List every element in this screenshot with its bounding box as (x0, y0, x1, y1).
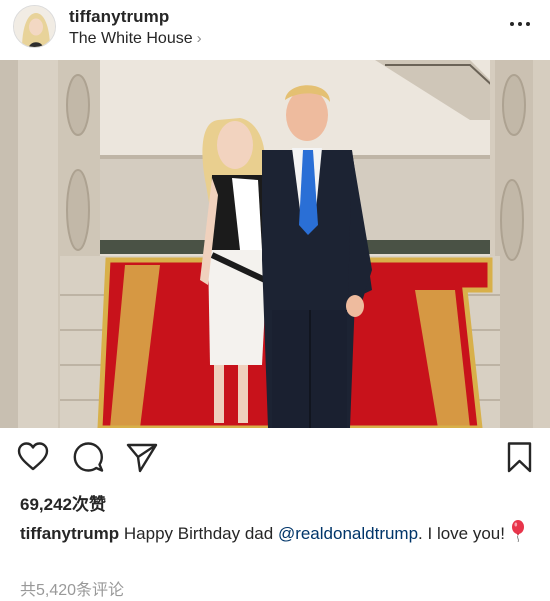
dot (526, 22, 530, 26)
dot (518, 22, 522, 26)
action-bar (0, 440, 550, 480)
heart-icon[interactable] (16, 440, 50, 474)
comment-icon[interactable] (71, 440, 105, 474)
chevron-right-icon: › (196, 30, 202, 47)
like-count[interactable]: 69,242次赞 (20, 490, 106, 515)
caption-mention[interactable]: @realdonaldtrump (278, 524, 418, 543)
post-header: tiffanytrump The White House › (0, 0, 550, 58)
dot (510, 22, 514, 26)
balloon-icon (511, 520, 525, 549)
post-photo[interactable] (0, 60, 550, 428)
avatar[interactable] (13, 5, 56, 48)
more-options-button[interactable] (510, 16, 530, 32)
caption-username[interactable]: tiffanytrump (20, 524, 119, 543)
caption-text: Happy Birthday dad (119, 523, 278, 543)
view-comments-link[interactable]: 共5,420条评论 (20, 576, 124, 600)
post-username[interactable]: tiffanytrump (69, 7, 169, 27)
caption-text-end: . I love you! (418, 523, 505, 543)
post-location[interactable]: The White House › (69, 30, 202, 48)
location-label[interactable]: The White House (69, 30, 193, 47)
bookmark-icon[interactable] (503, 440, 537, 474)
send-icon[interactable] (125, 440, 159, 474)
post-caption: tiffanytrump Happy Birthday dad @realdon… (20, 520, 535, 549)
